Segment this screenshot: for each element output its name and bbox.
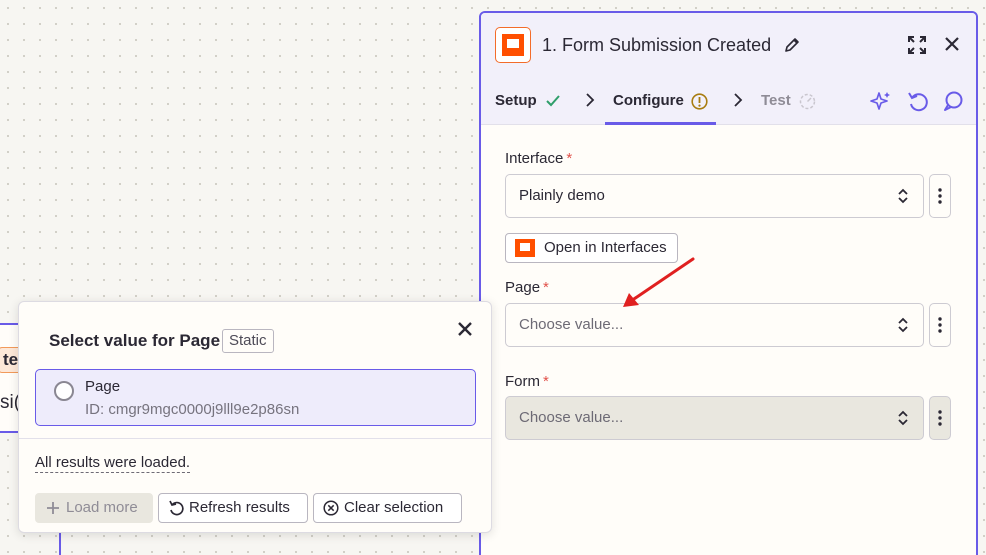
- comment-icon[interactable]: [943, 90, 963, 112]
- more-vertical-icon: [938, 317, 942, 333]
- page-select[interactable]: Choose value...: [505, 303, 924, 347]
- ai-sparkle-icon[interactable]: [870, 90, 892, 112]
- tab-setup[interactable]: Setup: [495, 92, 537, 109]
- chevron-up-down-icon: [898, 188, 908, 204]
- refresh-icon: [169, 500, 184, 516]
- pencil-icon[interactable]: [784, 37, 800, 53]
- refresh-results-button[interactable]: Refresh results: [158, 493, 308, 523]
- divider: [19, 438, 491, 439]
- plus-icon: [47, 502, 59, 514]
- close-icon[interactable]: [944, 36, 960, 52]
- step-title: 1. Form Submission Created: [542, 35, 772, 55]
- results-status: All results were loaded.: [35, 454, 191, 473]
- option-id: ID: cmgr9mgc0000j9lll9e2p86sn: [85, 401, 300, 418]
- chevron-up-down-icon: [898, 317, 908, 333]
- interfaces-logo-icon: [515, 239, 535, 257]
- form-field-label: Form *: [505, 373, 549, 390]
- radio-button[interactable]: [54, 381, 74, 401]
- page-more-button[interactable]: [929, 303, 951, 347]
- page-field-label: Page *: [505, 279, 549, 296]
- load-more-button[interactable]: Load more: [35, 493, 153, 523]
- undo-icon[interactable]: [907, 90, 929, 112]
- chevron-right-icon: [586, 93, 595, 107]
- tab-test[interactable]: Test: [761, 92, 791, 109]
- interfaces-app-icon: [495, 27, 531, 63]
- form-more-button[interactable]: [929, 396, 951, 440]
- interface-more-button[interactable]: [929, 174, 951, 218]
- interface-field-label: Interface *: [505, 150, 573, 167]
- step-config-panel: 1. Form Submission Created Setup Configu…: [479, 11, 978, 555]
- more-vertical-icon: [938, 188, 942, 204]
- form-select[interactable]: Choose value...: [505, 396, 924, 440]
- chevron-up-down-icon: [898, 410, 908, 426]
- static-badge: Static: [222, 329, 274, 353]
- close-icon[interactable]: [457, 321, 473, 337]
- clear-selection-button[interactable]: Clear selection: [313, 493, 462, 523]
- warning-icon: [691, 93, 708, 110]
- page-select-placeholder: Choose value...: [519, 316, 624, 333]
- chevron-right-icon: [734, 93, 743, 107]
- select-value-popover: Select value for Page Static Page ID: cm…: [18, 301, 492, 533]
- active-tab-indicator: [605, 122, 716, 125]
- popover-title: Select value for Page: [49, 331, 221, 350]
- interface-select[interactable]: Plainly demo: [505, 174, 924, 218]
- annotation-arrow: [623, 257, 695, 307]
- clear-circle-icon: [323, 500, 339, 516]
- option-item[interactable]: Page ID: cmgr9mgc0000j9lll9e2p86sn: [35, 369, 476, 426]
- option-label: Page: [85, 378, 121, 395]
- timer-icon: [799, 93, 816, 110]
- interface-select-value: Plainly demo: [519, 187, 605, 204]
- tab-configure[interactable]: Configure: [613, 92, 684, 109]
- panel-header: 1. Form Submission Created: [481, 13, 976, 77]
- check-icon: [546, 95, 560, 107]
- form-select-placeholder: Choose value...: [519, 409, 624, 426]
- step-tabs: Setup Configure Test: [481, 77, 976, 125]
- more-vertical-icon: [938, 410, 942, 426]
- expand-icon[interactable]: [907, 35, 927, 55]
